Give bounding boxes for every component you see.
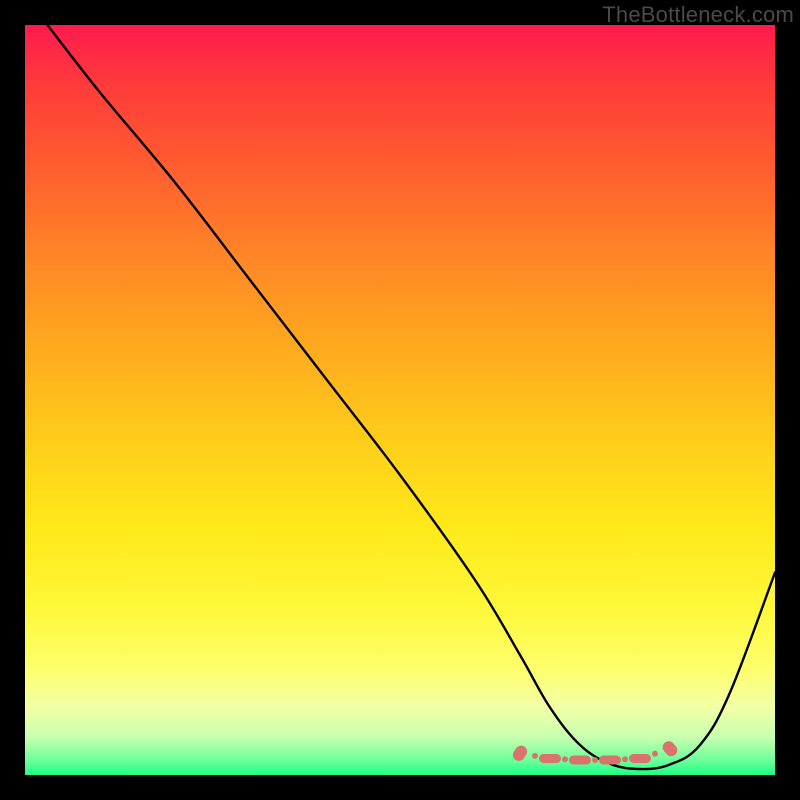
plot-area: [25, 25, 775, 775]
curve-marker: [652, 751, 658, 757]
curve-marker: [510, 743, 529, 763]
curve-marker: [569, 756, 591, 765]
bottleneck-curve: [48, 25, 776, 769]
watermark: TheBottleneck.com: [602, 2, 794, 28]
curve-marker: [660, 739, 679, 759]
marker-group: [510, 739, 679, 765]
curve-marker: [532, 753, 538, 759]
curve-marker: [539, 754, 561, 763]
chart-svg: [25, 25, 775, 775]
curve-marker: [599, 756, 621, 765]
curve-marker: [629, 754, 651, 763]
curve-marker: [592, 757, 598, 763]
curve-marker: [622, 756, 628, 762]
curve-marker: [562, 756, 568, 762]
chart-frame: TheBottleneck.com: [0, 0, 800, 800]
